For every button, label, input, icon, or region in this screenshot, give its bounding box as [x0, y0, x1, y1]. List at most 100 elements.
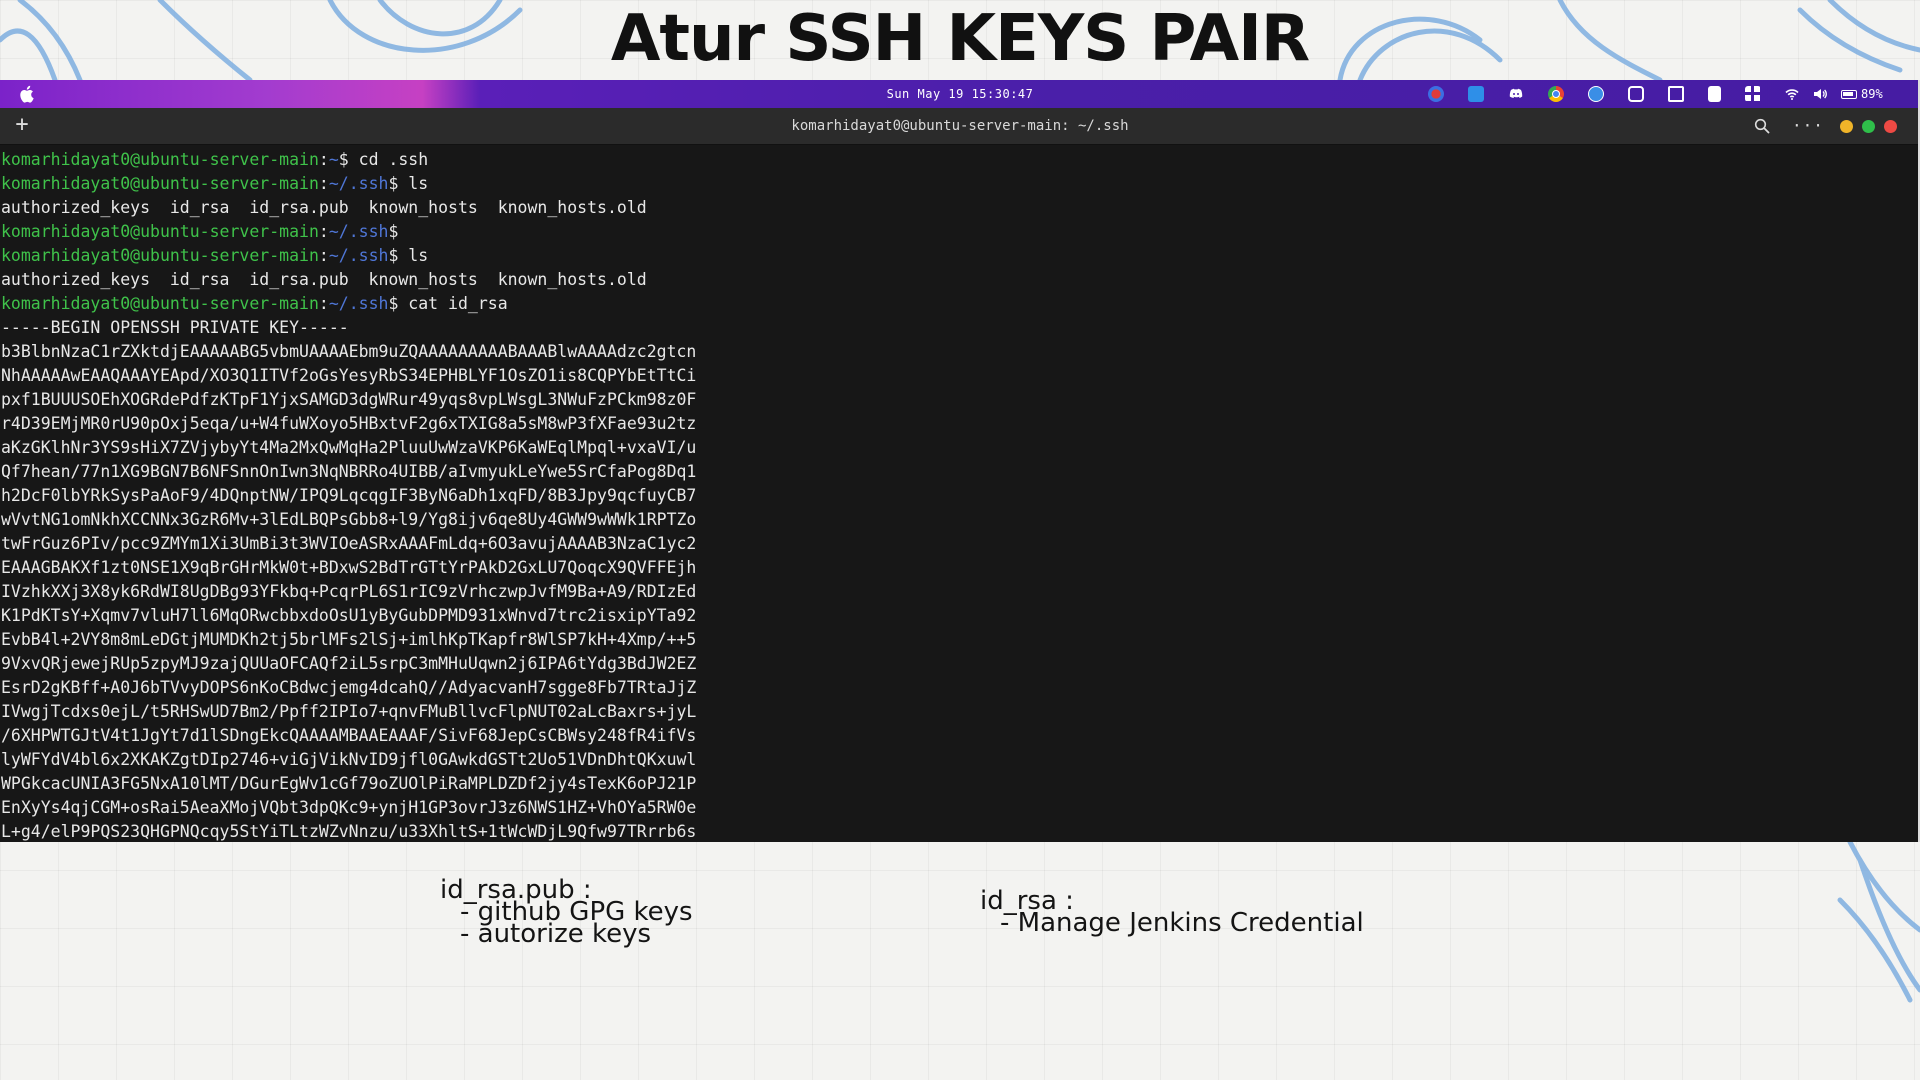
terminal-line: komarhidayat0@ubuntu-server-main:~/.ssh$…: [1, 292, 1901, 316]
notes-id-rsa: id_rsa : - Manage Jenkins Credential: [980, 888, 1364, 938]
terminal-line: /6XHPWTGJtV4t1JgYt7d1lSDngEkcQAAAAMBAAEA…: [1, 724, 1901, 748]
control-center-icon[interactable]: [1745, 86, 1761, 102]
notes-id-rsa-pub: id_rsa.pub : - github GPG keys - autoriz…: [440, 877, 693, 947]
terminal-titlebar: + komarhidayat0@ubuntu-server-main: ~/.s…: [0, 108, 1920, 145]
command-text: $: [388, 222, 399, 241]
output-text: authorized_keys id_rsa id_rsa.pub known_…: [1, 270, 647, 289]
terminal-line: K1PdKTsY+Xqmv7vluH7ll6MqORwcbbxdoOsU1yBy…: [1, 604, 1901, 628]
terminal-line: aKzGKlhNr3YS9sHiX7ZVjybyYt4Ma2MxQwMqHa2P…: [1, 436, 1901, 460]
status-icons: 89%: [1428, 80, 1883, 108]
battery-icon[interactable]: [1841, 89, 1857, 99]
app-switch-icon[interactable]: [1628, 86, 1644, 102]
output-text: wVvtNG1omNkhXCCNNx3GzR6Mv+3lEdLBQPsGbb8+…: [1, 510, 697, 529]
output-text: Qf7hean/77n1XG9BGN7B6NFSnnOnIwn3NqNBRRo4…: [1, 462, 697, 481]
terminal-line: r4D39EMjMR0rU90pOxj5eqa/u+W4fuWXoyo5HBxt…: [1, 412, 1901, 436]
output-text: authorized_keys id_rsa id_rsa.pub known_…: [1, 198, 647, 217]
terminal-line: pxf1BUUUSOEhXOGRdePdfzKTpF1YjxSAMGD3dgWR…: [1, 388, 1901, 412]
volume-icon[interactable]: [1813, 87, 1827, 101]
output-text: K1PdKTsY+Xqmv7vluH7ll6MqORwcbbxdoOsU1yBy…: [1, 606, 697, 625]
maximize-button[interactable]: [1862, 120, 1875, 133]
command-text: $ ls: [388, 246, 429, 265]
command-text: $ cd .ssh: [338, 150, 429, 169]
output-text: 9VxvQRjewejRUp5zpyMJ9zajQUUaOFCAQf2iL5sr…: [1, 654, 697, 673]
terminal-line: komarhidayat0@ubuntu-server-main:~/.ssh$…: [1, 244, 1901, 268]
command-text: $ ls: [388, 174, 429, 193]
output-text: IVzhkXXj3X8yk6RdWI8UgDBg93YFkbq+PcqrPL6S…: [1, 582, 697, 601]
output-text: b3BlbnNzaC1rZXktdjEAAAAABG5vbmUAAAAEbm9u…: [1, 342, 697, 361]
output-text: EsrD2gKBff+A0J6bTVvyDOPS6nKoCBdwcjemg4dc…: [1, 678, 697, 697]
output-text: NhAAAAAwEAAQAAAYEApd/XO3Q1ITVf2oGsYesyRb…: [1, 366, 697, 385]
output-text: EAAAGBAKXf1zt0NSE1X9qBrGHrMkW0t+BDxwS2Bd…: [1, 558, 697, 577]
terminal-line: EvbB4l+2VY8m8mLeDGtjMUMDKh2tj5brlMFs2lSj…: [1, 628, 1901, 652]
puzzle-icon[interactable]: [1668, 86, 1684, 102]
output-text: EvbB4l+2VY8m8mLeDGtjMUMDKh2tj5brlMFs2lSj…: [1, 630, 697, 649]
prompt-path: ~/.ssh: [328, 222, 389, 241]
prompt-user: komarhidayat0@ubuntu-server-main: [1, 150, 319, 169]
output-text: h2DcF0lbYRkSysPaAoF9/4DQnptNW/IPQ9LqcqgI…: [1, 486, 697, 505]
slide-title: Atur SSH KEYS PAIR: [610, 2, 1310, 76]
output-text: IVwgjTcdxs0ejL/t5RHSwUD7Bm2/Ppff2IPIo7+q…: [1, 702, 697, 721]
prompt-path: ~/.ssh: [328, 174, 389, 193]
wifi-icon[interactable]: [1785, 87, 1799, 101]
terminal-line: lyWFYdV4bl6x2XKAKZgtDIp2746+viGjVikNvID9…: [1, 748, 1901, 772]
terminal-line: wVvtNG1omNkhXCCNNx3GzR6Mv+3lEdLBQPsGbb8+…: [1, 508, 1901, 532]
prompt-path: ~/.ssh: [328, 294, 389, 313]
terminal-line: authorized_keys id_rsa id_rsa.pub known_…: [1, 196, 1901, 220]
terminal-line: komarhidayat0@ubuntu-server-main:~/.ssh$: [1, 220, 1901, 244]
more-options-icon[interactable]: ···: [1792, 108, 1823, 144]
command-text: $ cat id_rsa: [388, 294, 508, 313]
terminal-line: EsrD2gKBff+A0J6bTVvyDOPS6nKoCBdwcjemg4dc…: [1, 676, 1901, 700]
discord-icon[interactable]: [1508, 86, 1524, 102]
terminal-line: b3BlbnNzaC1rZXktdjEAAAAABG5vbmUAAAAEbm9u…: [1, 340, 1901, 364]
prompt-user: komarhidayat0@ubuntu-server-main: [1, 246, 319, 265]
terminal-line: komarhidayat0@ubuntu-server-main:~$ cd .…: [1, 148, 1901, 172]
terminal-line: EAAAGBAKXf1zt0NSE1X9qBrGHrMkW0t+BDxwS2Bd…: [1, 556, 1901, 580]
terminal-screenshot: Sun May 19 15:30:47 89% + komarhidayat0@…: [0, 80, 1920, 842]
terminal-line: authorized_keys id_rsa id_rsa.pub known_…: [1, 268, 1901, 292]
output-text: /6XHPWTGJtV4t1JgYt7d1lSDngEkcQAAAAMBAAEA…: [1, 726, 697, 745]
minimize-button[interactable]: [1840, 120, 1853, 133]
clipboard-icon[interactable]: [1708, 86, 1721, 102]
terminal-line: NhAAAAAwEAAQAAAYEApd/XO3Q1ITVf2oGsYesyRb…: [1, 364, 1901, 388]
terminal-line: WPGkcacUNIA3FG5NxA10lMT/DGurEgWv1cGf79oZ…: [1, 772, 1901, 796]
prompt-path: ~: [328, 150, 339, 169]
prompt-user: komarhidayat0@ubuntu-server-main: [1, 294, 319, 313]
output-text: twFrGuz6PIv/pcc9ZMYm1Xi3UmBi3t3WVIOeASRx…: [1, 534, 697, 553]
output-text: WPGkcacUNIA3FG5NxA10lMT/DGurEgWv1cGf79oZ…: [1, 774, 697, 793]
battery-percentage: 89%: [1861, 87, 1883, 101]
apple-icon[interactable]: [19, 85, 36, 103]
chrome-icon[interactable]: [1548, 86, 1564, 102]
prompt-separator: :: [318, 222, 329, 241]
prompt-user: komarhidayat0@ubuntu-server-main: [1, 174, 319, 193]
prompt-separator: :: [318, 150, 329, 169]
close-button[interactable]: [1884, 120, 1897, 133]
safari-icon[interactable]: [1588, 86, 1604, 102]
search-icon[interactable]: [1754, 118, 1770, 134]
prompt-separator: :: [318, 294, 329, 313]
output-text: pxf1BUUUSOEhXOGRdePdfzKTpF1YjxSAMGD3dgWR…: [1, 390, 697, 409]
note-item: - Manage Jenkins Credential: [1000, 908, 1364, 938]
terminal-line: 9VxvQRjewejRUp5zpyMJ9zajQUUaOFCAQf2iL5sr…: [1, 652, 1901, 676]
terminal-line: EnXyYs4qjCGM+osRai5AeaXMojVQbt3dpQKc9+yn…: [1, 796, 1901, 820]
output-text: lyWFYdV4bl6x2XKAKZgtDIp2746+viGjVikNvID9…: [1, 750, 697, 769]
prompt-path: ~/.ssh: [328, 246, 389, 265]
terminal-line: h2DcF0lbYRkSysPaAoF9/4DQnptNW/IPQ9LqcqgI…: [1, 484, 1901, 508]
app-blue-icon[interactable]: [1468, 86, 1484, 102]
menu-bar: Sun May 19 15:30:47 89%: [0, 80, 1920, 108]
terminal-line: twFrGuz6PIv/pcc9ZMYm1Xi3UmBi3t3WVIOeASRx…: [1, 532, 1901, 556]
terminal-line: komarhidayat0@ubuntu-server-main:~/.ssh$…: [1, 172, 1901, 196]
prompt-separator: :: [318, 246, 329, 265]
terminal-output[interactable]: komarhidayat0@ubuntu-server-main:~$ cd .…: [1, 148, 1901, 842]
terminal-line: Qf7hean/77n1XG9BGN7B6NFSnnOnIwn3NqNBRRo4…: [1, 460, 1901, 484]
output-text: aKzGKlhNr3YS9sHiX7ZVjybyYt4Ma2MxQwMqHa2P…: [1, 438, 697, 457]
terminal-line: -----BEGIN OPENSSH PRIVATE KEY-----: [1, 316, 1901, 340]
terminal-line: L+g4/elP9PQS23QHGPNQcqy5StYiTLtzWZvNnzu/…: [1, 820, 1901, 842]
app-record-icon[interactable]: [1428, 86, 1444, 102]
output-text: EnXyYs4qjCGM+osRai5AeaXMojVQbt3dpQKc9+yn…: [1, 798, 697, 817]
output-text: r4D39EMjMR0rU90pOxj5eqa/u+W4fuWXoyo5HBxt…: [1, 414, 697, 433]
terminal-line: IVzhkXXj3X8yk6RdWI8UgDBg93YFkbq+PcqrPL6S…: [1, 580, 1901, 604]
output-text: -----BEGIN OPENSSH PRIVATE KEY-----: [1, 318, 349, 337]
prompt-user: komarhidayat0@ubuntu-server-main: [1, 222, 319, 241]
output-text: L+g4/elP9PQS23QHGPNQcqy5StYiTLtzWZvNnzu/…: [1, 822, 697, 841]
clock-datetime[interactable]: Sun May 19 15:30:47: [860, 80, 1060, 108]
